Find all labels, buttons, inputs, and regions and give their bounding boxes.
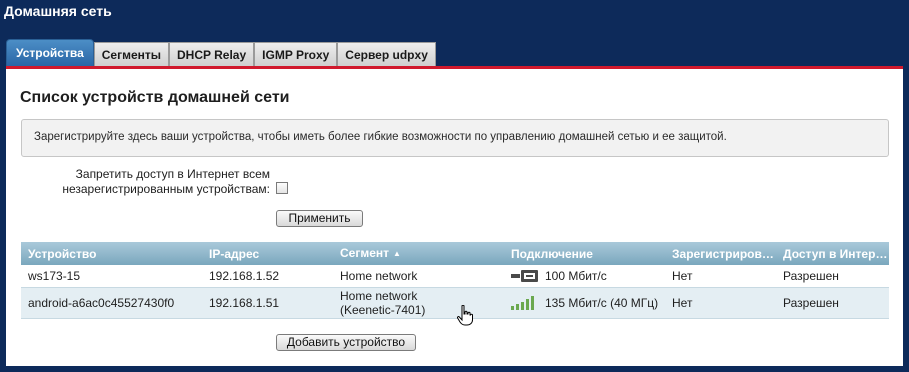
connection-speed: 100 Мбит/с	[545, 269, 607, 283]
tab-bar: Устройства Сегменты DHCP Relay IGMP Prox…	[6, 39, 436, 66]
table-row[interactable]: android-a6ac0c45527430f0 192.168.1.51 Ho…	[21, 288, 889, 319]
device-name: android-a6ac0c45527430f0	[28, 296, 175, 310]
device-name: ws173-15	[28, 269, 81, 283]
ethernet-icon	[511, 269, 539, 283]
device-connection: 135 Мбит/с (40 МГц)	[504, 296, 665, 310]
sort-ascending-icon: ▲	[393, 249, 401, 258]
table-row[interactable]: ws173-15 192.168.1.52 Home network 100 М…	[21, 265, 889, 288]
column-header-connection[interactable]: Подключение	[504, 247, 665, 261]
tab-udpxy-server[interactable]: Сервер udpxy	[337, 42, 436, 66]
wifi-signal-icon	[511, 296, 539, 310]
device-connection: 100 Мбит/с	[504, 269, 665, 283]
deny-access-label-line1: Запретить доступ в Интернет всем	[75, 167, 270, 181]
add-device-button[interactable]: Добавить устройство	[276, 334, 416, 351]
devices-table: Устройство IP-адрес Сегмент ▲ Подключение…	[21, 242, 889, 319]
column-header-segment-label: Сегмент	[340, 246, 390, 260]
device-segment: Home network (Keenetic-7401)	[333, 289, 504, 317]
deny-access-label: Запретить доступ в Интернет всем незарег…	[56, 167, 270, 197]
column-header-device[interactable]: Устройство	[21, 247, 202, 261]
column-header-registered[interactable]: Зарегистриров…	[665, 247, 776, 261]
device-segment: Home network	[340, 269, 418, 283]
column-header-ip[interactable]: IP-адрес	[202, 247, 333, 261]
segment-network: (Keenetic-7401)	[340, 303, 426, 317]
deny-access-label-line2: незарегистрированным устройствам:	[62, 182, 270, 196]
column-header-access[interactable]: Доступ в Интер…	[776, 247, 889, 261]
tab-segments[interactable]: Сегменты	[93, 42, 170, 66]
content-panel: Список устройств домашней сети Зарегистр…	[6, 66, 903, 366]
column-header-segment[interactable]: Сегмент ▲	[333, 246, 504, 261]
hand-cursor-icon	[456, 304, 473, 331]
page-title: Домашняя сеть	[4, 3, 112, 19]
table-header: Устройство IP-адрес Сегмент ▲ Подключение…	[21, 242, 889, 265]
deny-access-checkbox[interactable]	[276, 182, 288, 194]
device-access: Разрешен	[783, 296, 839, 310]
tab-devices[interactable]: Устройства	[6, 39, 94, 66]
device-ip: 192.168.1.52	[209, 269, 280, 283]
tab-dhcp-relay[interactable]: DHCP Relay	[169, 42, 255, 66]
apply-button[interactable]: Применить	[276, 210, 363, 227]
device-registered: Нет	[672, 296, 693, 310]
device-ip: 192.168.1.51	[209, 296, 280, 310]
segment-name: Home network	[340, 289, 418, 303]
device-registered: Нет	[672, 269, 693, 283]
section-title: Список устройств домашней сети	[20, 89, 290, 106]
tab-igmp-proxy[interactable]: IGMP Proxy	[254, 42, 338, 66]
connection-speed: 135 Мбит/с (40 МГц)	[545, 296, 659, 310]
info-box: Зарегистрируйте здесь ваши устройства, ч…	[21, 119, 889, 157]
device-access: Разрешен	[783, 269, 839, 283]
